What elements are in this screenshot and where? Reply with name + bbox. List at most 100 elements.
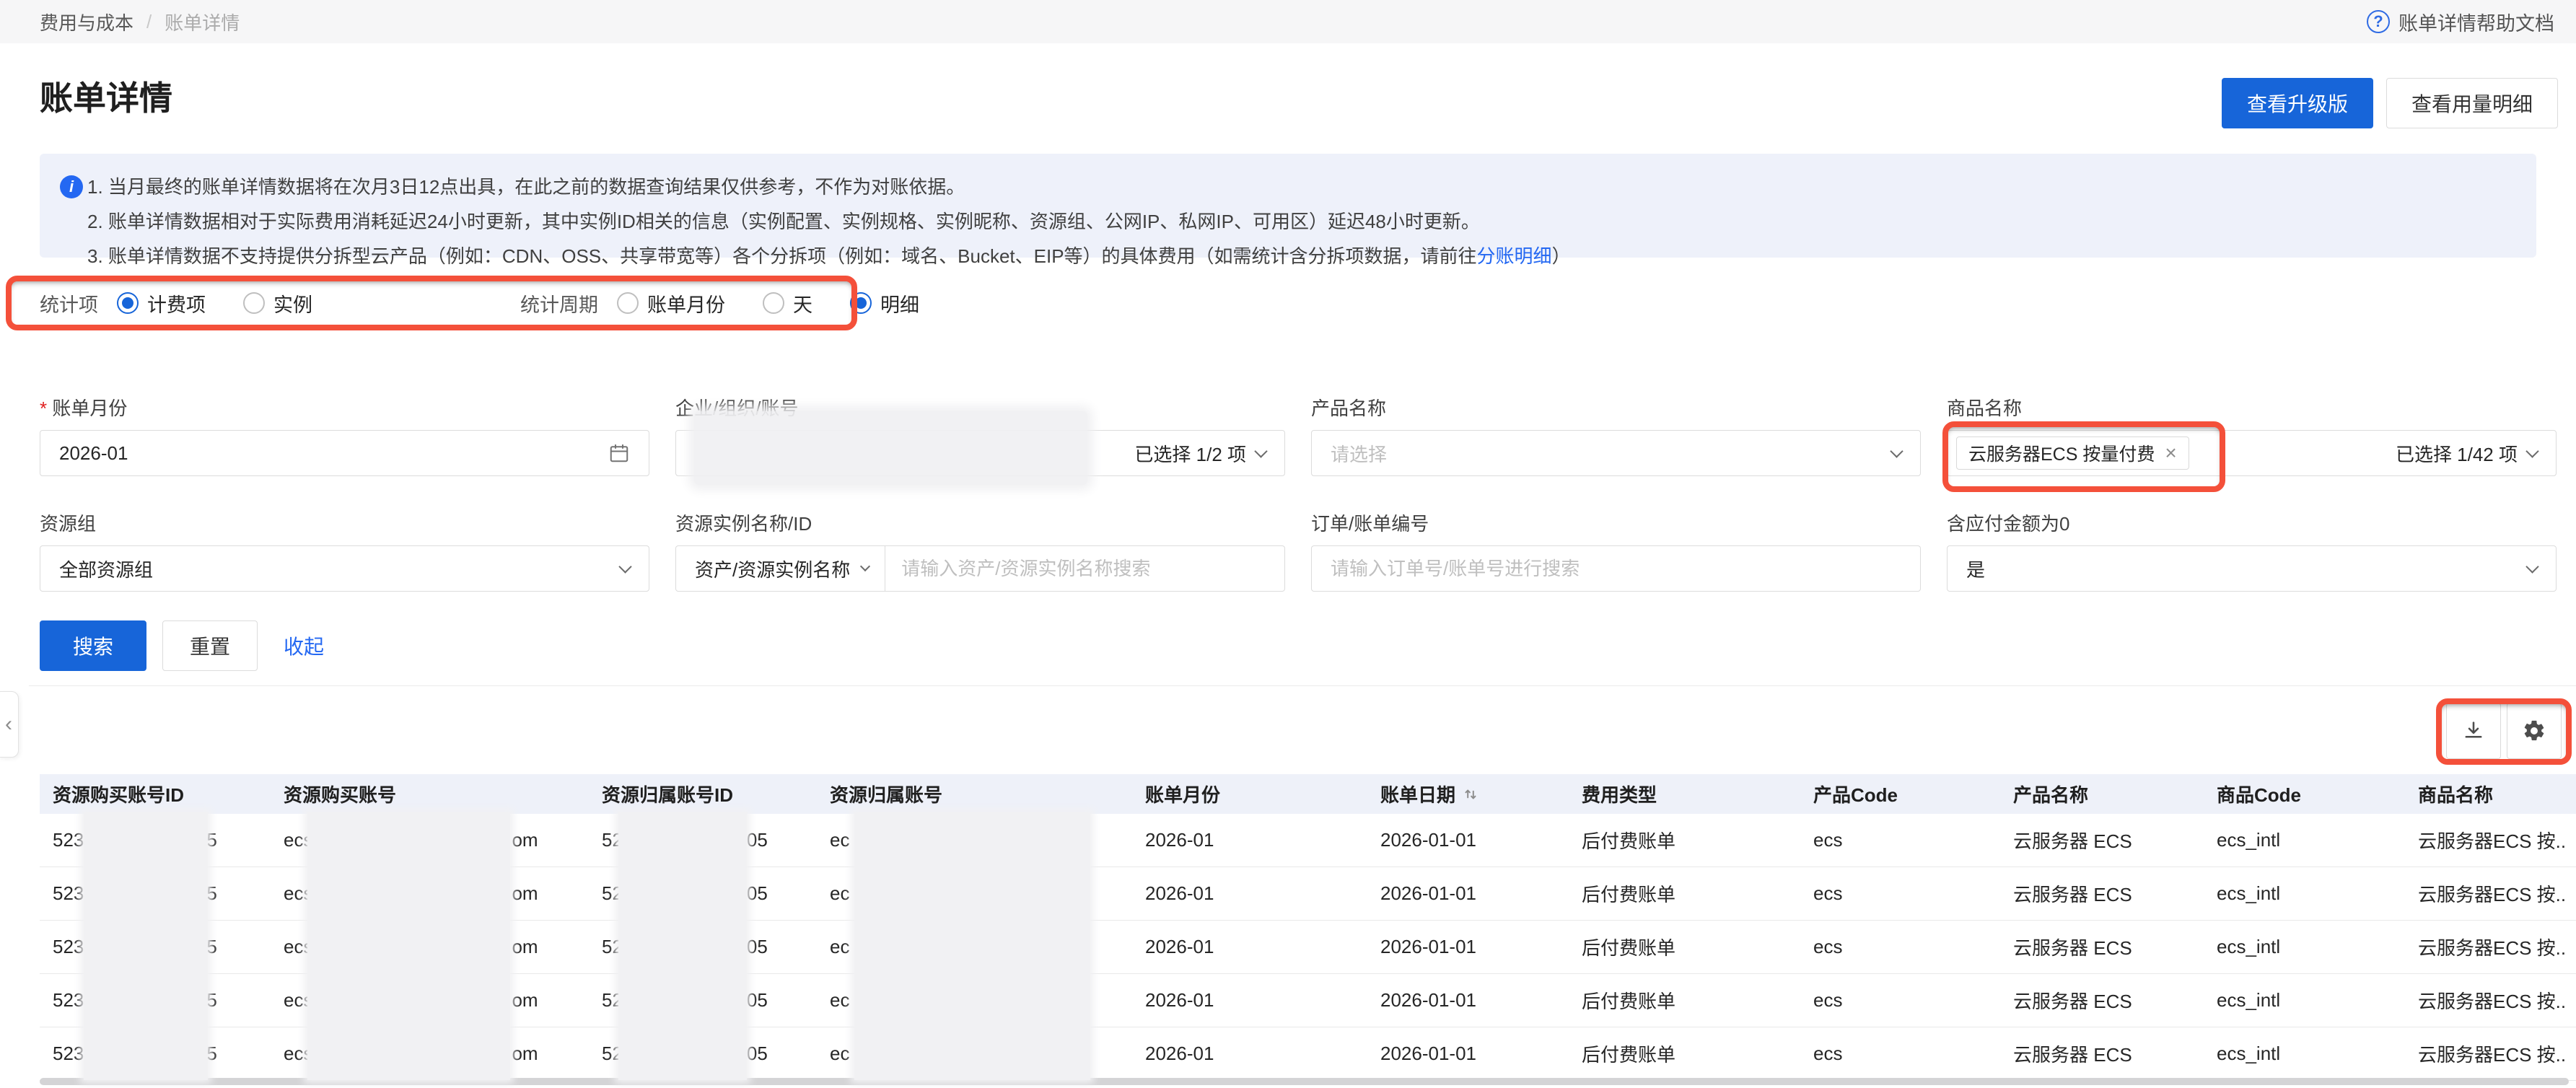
column-header: 资源购买账号 (284, 781, 602, 807)
download-icon (2461, 719, 2486, 743)
column-header-label: 账单日期 (1380, 781, 1455, 807)
table-cell: 云服务器ECS 按.. (2418, 987, 2576, 1014)
radio-option[interactable]: 账单月份 (617, 289, 725, 317)
column-header-label: 产品Code (1813, 781, 1898, 807)
help-doc-link[interactable]: ? 账单详情帮助文档 (2367, 0, 2554, 43)
table-cell: 2026-01 (1145, 882, 1380, 905)
gear-icon (2522, 719, 2546, 743)
cell-text: ec (830, 936, 849, 958)
table-cell: ecs (1813, 1043, 2013, 1065)
page-title: 账单详情 (40, 72, 172, 120)
column-header: 账单月份 (1145, 781, 1380, 807)
breadcrumb-current: 账单详情 (165, 9, 240, 35)
column-header-label: 商品名称 (2418, 781, 2493, 807)
radio-option-label: 天 (793, 289, 812, 317)
notice-line-3: 3. 账单详情数据不支持提供分拆型云产品（例如：CDN、OSS、共享带宽等）各个… (87, 239, 2515, 273)
radio-option-label: 账单月份 (647, 289, 725, 317)
resource-instance-type-select[interactable]: 资产/资源实例名称 (695, 546, 885, 591)
radio-option[interactable]: 实例 (243, 289, 312, 317)
column-header: 商品Code (2217, 781, 2418, 807)
radio-icon (617, 292, 639, 314)
include-zero-value: 是 (1966, 556, 1985, 582)
table-cell: 后付费账单 (1582, 827, 1813, 854)
table-cell: 2026-01-01 (1380, 1043, 1582, 1065)
table-cell: 后付费账单 (1582, 934, 1813, 960)
cell-text: om (512, 1043, 538, 1065)
table-cell: 2026-01-01 (1380, 936, 1582, 958)
radio-option[interactable]: 计费项 (117, 289, 206, 317)
split-bill-detail-link[interactable]: 分账明细 (1477, 245, 1552, 267)
table-settings-button[interactable] (2507, 703, 2562, 759)
bill-month-label: 账单月份 (40, 394, 127, 421)
collapse-filters-link[interactable]: 收起 (284, 631, 324, 660)
column-header: 费用类型 (1582, 781, 1813, 807)
org-account-selected-count: 已选择 1/2 项 (1134, 440, 1246, 467)
table-cell: 云服务器 ECS (2013, 987, 2217, 1014)
table-cell: 云服务器ECS 按.. (2418, 827, 2576, 854)
view-usage-detail-button[interactable]: 查看用量明细 (2386, 78, 2558, 128)
table-cell: 后付费账单 (1582, 987, 1813, 1014)
radio-option[interactable]: 明细 (850, 289, 919, 317)
order-no-input[interactable] (1331, 558, 1901, 580)
radio-option-label: 计费项 (147, 289, 206, 317)
table-cell: ecs_intl (2217, 829, 2418, 851)
collapse-panel-handle[interactable]: ‹ (0, 691, 19, 758)
column-header[interactable]: 账单日期 (1380, 781, 1582, 807)
resource-group-label: 资源组 (40, 509, 96, 536)
cell-text: 05 (747, 829, 768, 851)
redaction-blur (854, 812, 1090, 1080)
view-upgraded-version-button[interactable]: 查看升级版 (2222, 78, 2373, 128)
column-header: 资源归属账号 (830, 781, 1145, 807)
table-cell: ecs_intl (2217, 1043, 2418, 1065)
cell-text: ec (830, 829, 849, 851)
statistic-filter-row: 统计项计费项实例 统计周期账单月份天明细 (40, 283, 957, 323)
column-header: 商品名称 (2418, 781, 2576, 807)
commodity-selected-count: 已选择 1/42 项 (2396, 440, 2518, 467)
cell-text: 523 (53, 936, 84, 958)
table-cell: 2026-01 (1145, 829, 1380, 851)
column-header: 资源购买账号ID (53, 781, 284, 807)
cell-text: 05 (747, 1043, 768, 1065)
reset-button[interactable]: 重置 (162, 620, 258, 671)
stat-item-radio-group: 统计项计费项实例 (40, 289, 350, 317)
table-cell: 后付费账单 (1582, 880, 1813, 907)
radio-option-label: 实例 (273, 289, 312, 317)
column-header-label: 资源购买账号 (284, 781, 396, 807)
table-cell: ecs_intl (2217, 989, 2418, 1012)
commodity-name-select[interactable]: 云服务器ECS 按量付费 × 已选择 1/42 项 (1947, 430, 2557, 476)
redaction-blur (618, 812, 747, 1080)
table-cell: 云服务器ECS 按.. (2418, 1040, 2576, 1067)
tag-close-icon[interactable]: × (2165, 443, 2176, 463)
breadcrumb-section[interactable]: 费用与成本 (40, 9, 133, 35)
chevron-down-icon (618, 560, 631, 573)
download-button[interactable] (2446, 703, 2501, 759)
cell-text: 5 (206, 989, 216, 1012)
chevron-down-icon (1254, 444, 1267, 457)
table-cell: 2026-01-01 (1380, 829, 1582, 851)
radio-option[interactable]: 天 (763, 289, 812, 317)
resource-group-value: 全部资源组 (59, 556, 153, 582)
calendar-icon (608, 442, 630, 464)
product-name-label: 产品名称 (1311, 394, 1386, 421)
radio-option-label: 明细 (880, 289, 919, 317)
table-cell: 2026-01 (1145, 1043, 1380, 1065)
order-no-field[interactable] (1311, 545, 1921, 592)
bill-month-field[interactable] (40, 430, 649, 476)
table-cell: 云服务器ECS 按.. (2418, 880, 2576, 907)
include-zero-select[interactable]: 是 (1947, 545, 2557, 592)
product-name-select[interactable]: 请选择 (1311, 430, 1921, 476)
table-cell: 云服务器 ECS (2013, 1040, 2217, 1067)
redaction-blur (694, 411, 1087, 485)
resource-group-select[interactable]: 全部资源组 (40, 545, 649, 592)
radio-group-label: 统计周期 (520, 289, 598, 317)
bill-month-input[interactable] (59, 442, 608, 465)
cell-text: om (512, 989, 538, 1012)
search-button[interactable]: 搜索 (40, 620, 146, 671)
table-cell: 后付费账单 (1582, 1040, 1813, 1067)
help-doc-label: 账单详情帮助文档 (2398, 8, 2554, 36)
breadcrumb-separator: / (146, 11, 152, 33)
cell-text: 5 (206, 1043, 216, 1065)
resource-instance-search-input[interactable] (901, 558, 1266, 580)
chevron-down-icon (860, 561, 870, 571)
chevron-down-icon (2525, 560, 2538, 573)
